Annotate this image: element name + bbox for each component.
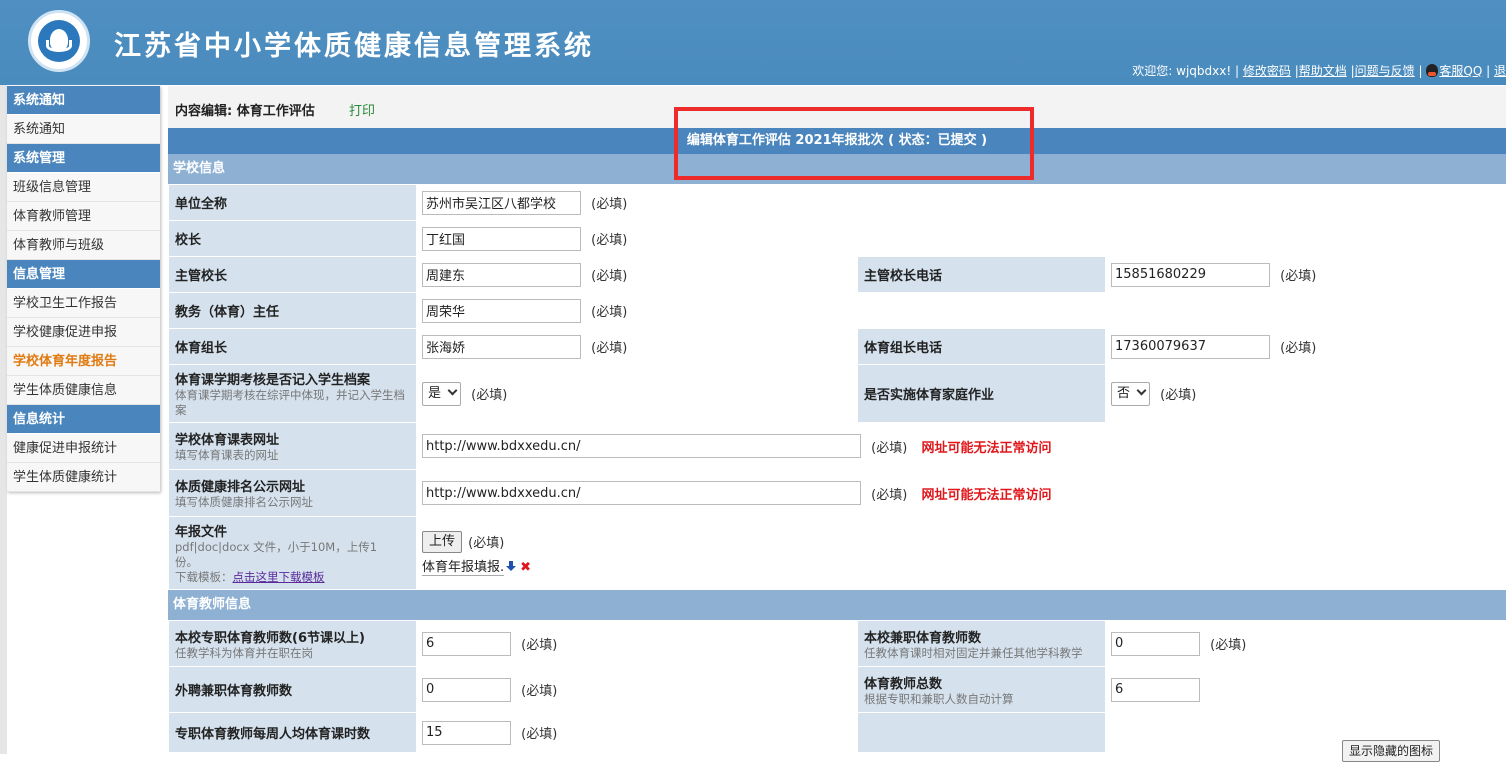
chevron-down-icon: [1136, 385, 1147, 395]
sidebar-item-notice[interactable]: 系统通知: [7, 115, 160, 144]
vice-principal-label: 主管校长: [175, 269, 228, 284]
homework-select[interactable]: 否: [1111, 381, 1151, 406]
site-title: 江苏省中小学体质健康信息管理系统: [114, 31, 594, 62]
exam-record-select[interactable]: 是: [422, 381, 462, 406]
unit-name-input[interactable]: [422, 190, 581, 215]
show-hidden-icons-button[interactable]: 显示隐藏的图标: [1342, 740, 1441, 762]
parttime-teachers-hint: 任教体育课时相对固定并兼任其他学科教学: [864, 645, 1083, 660]
app-header: 江苏省中小学体质健康信息管理系统 欢迎您: wjqbdxx! | 修改密码 |帮…: [0, 0, 1506, 85]
content-toolbar: 内容编辑: 体育工作评估 打印: [168, 86, 1506, 128]
sidebar-group-stats[interactable]: 信息统计: [7, 405, 160, 434]
total-teachers-input[interactable]: [1111, 677, 1200, 702]
sidebar-item-pe-teachers[interactable]: 体育教师管理: [7, 202, 160, 231]
sidebar-item-class-info[interactable]: 班级信息管理: [7, 173, 160, 202]
total-teachers-label: 体育教师总数: [864, 676, 943, 692]
qq-icon: [1426, 64, 1439, 77]
external-teachers-label: 外聘兼职体育教师数: [175, 684, 293, 699]
fulltime-teachers-hint: 任教学科为体育并在职在岗: [175, 645, 313, 660]
vice-principal-phone-label: 主管校长电话: [864, 269, 943, 284]
chevron-down-icon: [447, 385, 458, 395]
schedule-url-input[interactable]: [422, 434, 861, 458]
vice-principal-input[interactable]: [422, 262, 581, 287]
vice-principal-phone-input[interactable]: [1111, 262, 1270, 287]
sidebar-item-health-stats[interactable]: 学生体质健康统计: [7, 463, 160, 492]
parttime-teachers-input[interactable]: [1111, 631, 1200, 656]
ranking-url-input[interactable]: [422, 481, 861, 505]
sidebar-item-health-promotion[interactable]: 学校健康促进申报: [7, 318, 160, 347]
sidebar-group-system[interactable]: 系统管理: [7, 144, 160, 173]
download-icon[interactable]: [506, 560, 517, 572]
ranking-url-warning: 网址可能无法正常访问: [921, 487, 1052, 503]
schedule-url-label: 学校体育课表网址: [175, 433, 280, 448]
homework-label: 是否实施体育家庭作业: [864, 388, 995, 403]
upload-button[interactable]: 上传: [422, 530, 463, 553]
exam-record-hint: 体育课学期考核在综评中体现，并记入学生档案: [175, 388, 405, 417]
director-input[interactable]: [422, 298, 581, 323]
pe-leader-input[interactable]: [422, 334, 581, 359]
schedule-url-warning: 网址可能无法正常访问: [921, 440, 1052, 456]
fulltime-teachers-label: 本校专职体育教师数(6节课以上): [175, 630, 365, 646]
section-school-info: 学校信息: [168, 154, 1506, 184]
sidebar-item-hygiene-report[interactable]: 学校卫生工作报告: [7, 289, 160, 318]
main-content: 内容编辑: 体育工作评估 打印 编辑体育工作评估 2021年报批次 ( 状态：已…: [168, 86, 1506, 753]
ranking-url-hint: 填写体质健康排名公示网址: [175, 495, 313, 509]
principal-input[interactable]: [422, 226, 581, 251]
principal-label: 校长: [175, 233, 202, 248]
uploaded-file-name: 体育年报填报.: [422, 556, 505, 576]
sidebar-item-pe-annual-report[interactable]: 学校体育年度报告: [7, 347, 160, 376]
help-docs-link[interactable]: 帮助文档: [1299, 64, 1347, 78]
schedule-url-hint: 填写体育课表的网址: [175, 448, 279, 462]
weekly-hours-label: 专职体育教师每周人均体育课时数: [175, 727, 371, 742]
sidebar-item-teacher-class[interactable]: 体育教师与班级: [7, 231, 160, 260]
total-teachers-hint: 根据专职和兼职人数自动计算: [864, 691, 1014, 706]
form-title: 编辑体育工作评估 2021年报批次 ( 状态：已提交 ): [168, 128, 1506, 154]
change-password-link[interactable]: 修改密码: [1243, 64, 1291, 78]
print-link[interactable]: 打印: [349, 100, 375, 119]
unit-name-label: 单位全称: [175, 197, 228, 212]
delete-icon[interactable]: ✖: [520, 560, 531, 575]
sidebar-group-info[interactable]: 信息管理: [7, 260, 160, 289]
ranking-url-label: 体质健康排名公示网址: [175, 480, 306, 495]
teacher-info-table: 本校专职体育教师数(6节课以上) 任教学科为体育并在职在岗 (必填) 本校兼职体…: [168, 620, 1506, 753]
director-label: 教务（体育）主任: [175, 305, 280, 320]
download-template-link[interactable]: 点击这里下载模板: [233, 570, 325, 584]
welcome-text: 欢迎您: wjqbdxx!: [1132, 64, 1232, 78]
fulltime-teachers-input[interactable]: [422, 631, 511, 656]
pe-leader-phone-input[interactable]: [1111, 334, 1270, 359]
school-info-table: 单位全称 (必填) 校长 (必填) 主管校长 (必填) 主管校长电话 (必填): [168, 184, 1506, 590]
annual-file-hint: pdf|doc|docx 文件，小于10M，上传1份。: [175, 540, 378, 569]
pe-leader-label: 体育组长: [175, 341, 228, 356]
sidebar-item-promotion-stats[interactable]: 健康促进申报统计: [7, 434, 160, 463]
edit-label: 内容编辑: 体育工作评估: [175, 104, 315, 119]
top-links: 欢迎您: wjqbdxx! | 修改密码 |帮助文档 |问题与反馈 | 客服QQ…: [1132, 64, 1506, 78]
section-teacher-info: 体育教师信息: [168, 590, 1506, 620]
annual-file-label: 年报文件: [175, 525, 228, 540]
parttime-teachers-label: 本校兼职体育教师数: [864, 630, 982, 646]
logo-icon: [28, 10, 90, 72]
frame-border: [0, 85, 7, 754]
weekly-hours-input[interactable]: [422, 720, 511, 745]
external-teachers-input[interactable]: [422, 677, 511, 702]
sidebar-item-student-health[interactable]: 学生体质健康信息: [7, 376, 160, 405]
feedback-link[interactable]: 问题与反馈: [1355, 64, 1415, 78]
qq-service-link[interactable]: 客服QQ: [1439, 64, 1482, 78]
sidebar: 系统通知 系统通知 系统管理 班级信息管理 体育教师管理 体育教师与班级 信息管…: [7, 86, 160, 492]
sidebar-group-notice[interactable]: 系统通知: [7, 86, 160, 115]
exam-record-label: 体育课学期考核是否记入学生档案: [175, 373, 371, 388]
pe-leader-phone-label: 体育组长电话: [864, 341, 943, 356]
logout-link[interactable]: 退: [1494, 64, 1506, 78]
